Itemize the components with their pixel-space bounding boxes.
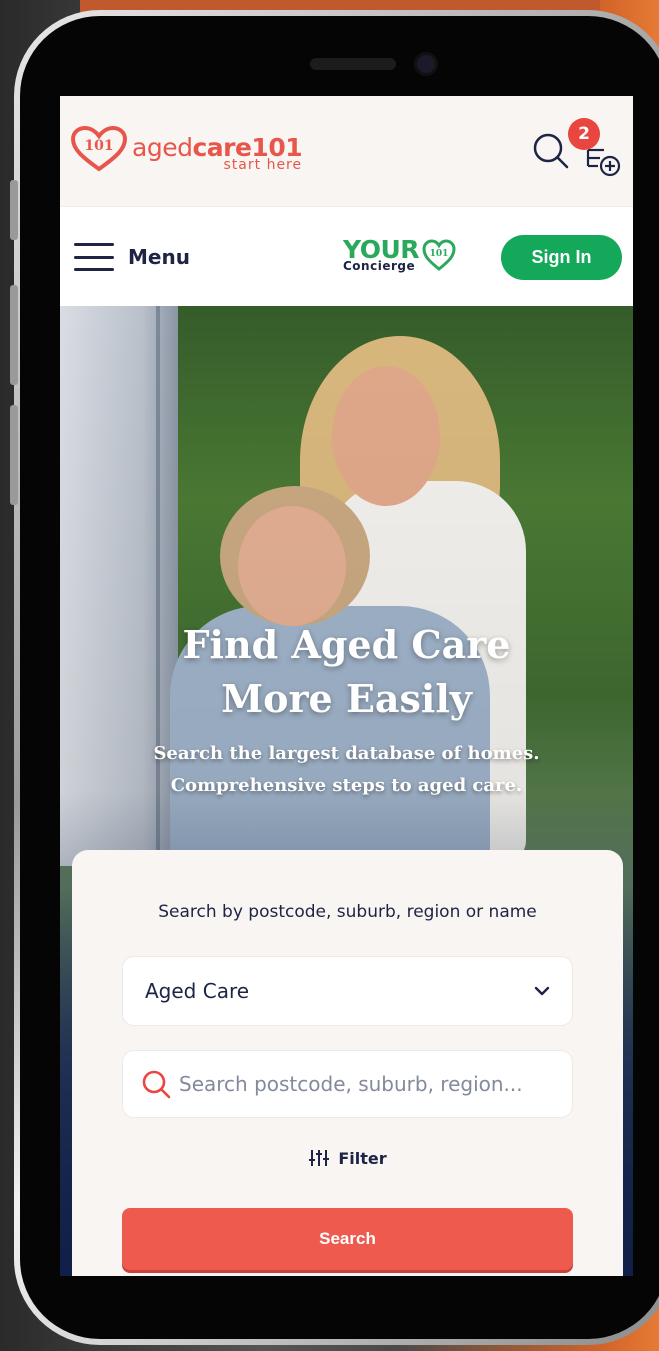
- care-type-value: Aged Care: [145, 979, 250, 1003]
- sliders-icon: [309, 1150, 330, 1166]
- search-icon: [533, 133, 569, 169]
- hero-subtitle-line2: Comprehensive steps to aged care.: [170, 775, 523, 796]
- filter-button[interactable]: Filter: [72, 1147, 623, 1169]
- phone-camera: [414, 52, 438, 76]
- logo-heart-text: 101: [84, 138, 113, 154]
- header-search-button[interactable]: [532, 132, 570, 170]
- concierge-heart-text: 101: [430, 249, 449, 259]
- logo-prefix: aged: [132, 133, 193, 162]
- search-icon: [142, 1070, 171, 1099]
- shortlist-count-badge: 2: [568, 118, 600, 150]
- phone-volume-down: [10, 405, 18, 505]
- care-type-select[interactable]: Aged Care: [122, 956, 573, 1026]
- hero-subtitle-line1: Search the largest database of homes.: [153, 743, 540, 764]
- location-search-field[interactable]: [122, 1050, 573, 1118]
- concierge-heart-icon: 101: [422, 238, 456, 271]
- menu-label: Menu: [128, 245, 190, 269]
- sign-in-button[interactable]: Sign In: [501, 235, 622, 280]
- site-header: 101 agedcare101 start here 2: [60, 96, 633, 206]
- hero-title-line2: More Easily: [221, 676, 472, 721]
- hamburger-icon: [74, 243, 114, 271]
- phone-volume-up: [10, 285, 18, 385]
- app-screen: 101 agedcare101 start here 2 Menu YOUR C…: [60, 96, 633, 1276]
- shortlist-add-icon: [586, 148, 621, 177]
- phone-bezel: 101 agedcare101 start here 2 Menu YOUR C…: [20, 16, 659, 1339]
- phone-mute-switch: [10, 180, 18, 240]
- agedcare101-logo[interactable]: 101 agedcare101 start here: [70, 126, 303, 172]
- hero-subtitle: Search the largest database of homes. Co…: [60, 738, 633, 802]
- hero-title-line1: Find Aged Care: [182, 622, 511, 667]
- main-nav: Menu YOUR Concierge 101 Sign In: [60, 206, 633, 306]
- phone-speaker: [310, 58, 396, 70]
- heart-logo-icon: 101: [70, 126, 128, 172]
- concierge-sub-text: Concierge: [343, 259, 416, 273]
- search-card: Search by postcode, suburb, region or na…: [72, 850, 623, 1276]
- menu-button[interactable]: Menu: [74, 243, 190, 271]
- location-search-input[interactable]: [179, 1072, 554, 1096]
- phone-frame: 101 agedcare101 start here 2 Menu YOUR C…: [14, 10, 659, 1345]
- your-concierge-logo[interactable]: YOUR Concierge 101: [343, 237, 457, 272]
- hero-title: Find Aged Care More Easily: [60, 618, 633, 726]
- shortlist-button[interactable]: [584, 144, 624, 178]
- chevron-down-icon: [534, 986, 550, 996]
- search-card-label: Search by postcode, suburb, region or na…: [158, 902, 537, 922]
- search-button[interactable]: Search: [122, 1208, 573, 1270]
- filter-label: Filter: [338, 1148, 387, 1168]
